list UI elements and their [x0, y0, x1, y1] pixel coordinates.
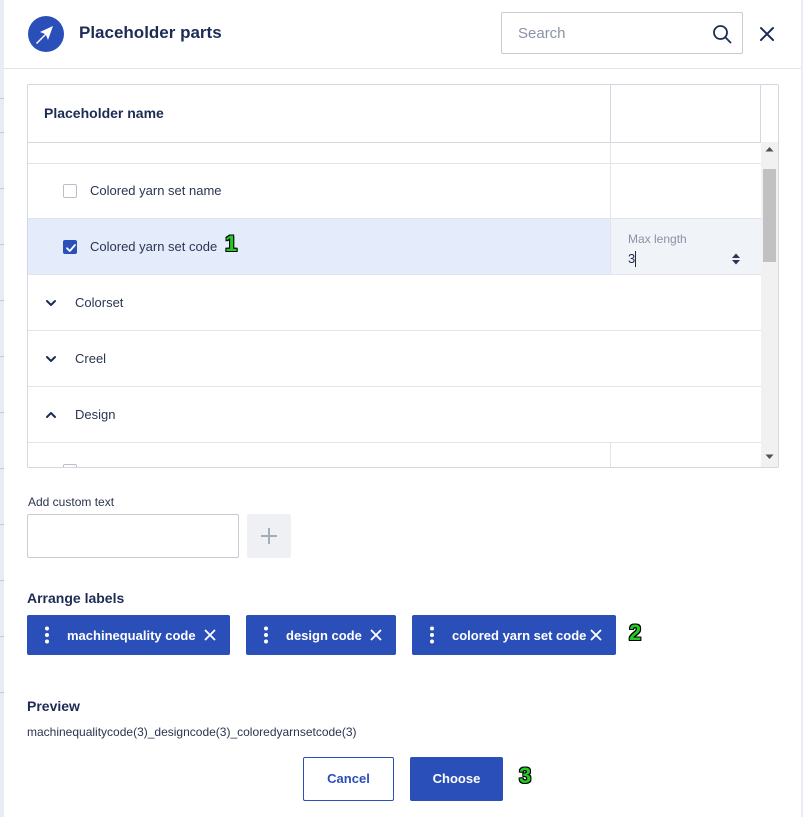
- drag-handle-icon[interactable]: [429, 626, 435, 644]
- table-row-selected[interactable]: Colored yarn set code 1 Max length 3: [28, 219, 761, 275]
- table-body[interactable]: Colored yarn set name Colored yarn set c…: [28, 142, 761, 467]
- row-checkbox-checked[interactable]: [63, 240, 77, 254]
- drag-handle-icon[interactable]: [263, 626, 269, 644]
- cancel-button[interactable]: Cancel: [303, 757, 394, 801]
- close-button[interactable]: [756, 23, 778, 45]
- text-caret: [635, 251, 636, 267]
- table-row[interactable]: Colored yarn set name: [28, 163, 761, 219]
- checkmark-icon: [66, 244, 76, 252]
- drag-handle-icon[interactable]: [44, 626, 50, 644]
- dialog-title: Placeholder parts: [79, 23, 222, 42]
- chevron-up-icon[interactable]: [45, 409, 57, 421]
- table-group-row[interactable]: Colorset: [28, 275, 761, 331]
- row-checkbox[interactable]: [63, 464, 77, 467]
- group-label: Colorset: [75, 295, 124, 310]
- table-row[interactable]: [28, 443, 761, 467]
- chevron-down-icon[interactable]: [45, 353, 57, 365]
- search-icon[interactable]: [712, 24, 732, 44]
- row-checkbox[interactable]: [63, 184, 77, 198]
- column-header-placeholder-name[interactable]: Placeholder name: [44, 105, 164, 121]
- choose-button[interactable]: Choose: [410, 757, 503, 801]
- table-group-row[interactable]: Design: [28, 387, 761, 443]
- chip-label: colored yarn set code: [452, 628, 587, 643]
- label-chip[interactable]: colored yarn set code: [412, 615, 616, 655]
- remove-chip-icon[interactable]: [369, 628, 383, 642]
- app-logo-icon: [28, 16, 64, 52]
- add-custom-text-button[interactable]: [247, 514, 291, 558]
- table-row[interactable]: [28, 142, 761, 164]
- max-length-label: Max length: [628, 232, 687, 246]
- row-label: Colored yarn set name: [90, 183, 222, 198]
- column-divider: [610, 85, 611, 142]
- plus-icon: [261, 528, 277, 544]
- group-label: Design: [75, 407, 116, 422]
- row-label: Colored yarn set code: [90, 239, 218, 254]
- search-box[interactable]: [501, 12, 743, 54]
- table-scrollbar[interactable]: [761, 142, 778, 467]
- scrollbar-thumb[interactable]: [763, 169, 776, 262]
- dialog-header: Placeholder parts: [4, 0, 801, 69]
- preview-text: machinequalitycode(3)_designcode(3)_colo…: [27, 725, 357, 739]
- custom-text-input[interactable]: [27, 514, 239, 558]
- scroll-down-arrow-icon[interactable]: [765, 454, 774, 460]
- table-group-row[interactable]: Creel: [28, 331, 761, 387]
- group-label: Creel: [75, 351, 107, 366]
- scroll-up-arrow-icon[interactable]: [765, 146, 774, 152]
- chevron-down-icon[interactable]: [45, 297, 57, 309]
- background-edge-left: [0, 0, 4, 817]
- placeholder-table: Placeholder name Colored yarn set name C…: [27, 84, 779, 468]
- annotation-marker-1: 1: [225, 231, 238, 256]
- chip-label: machinequality code: [67, 628, 196, 643]
- max-length-input[interactable]: 3: [628, 249, 746, 269]
- remove-chip-icon[interactable]: [203, 628, 217, 642]
- table-header: Placeholder name: [28, 85, 778, 143]
- column-divider: [760, 85, 761, 142]
- search-input[interactable]: [502, 13, 718, 53]
- remove-chip-icon[interactable]: [589, 628, 603, 642]
- annotation-marker-3: 3: [519, 763, 532, 788]
- chip-label: design code: [286, 628, 362, 643]
- custom-text-label: Add custom text: [28, 495, 115, 509]
- spinner-arrows-icon[interactable]: [731, 252, 741, 266]
- close-icon[interactable]: [756, 23, 778, 45]
- arrange-labels-title: Arrange labels: [27, 590, 125, 606]
- annotation-marker-2: 2: [629, 620, 642, 645]
- label-chip[interactable]: machinequality code: [27, 615, 230, 655]
- label-chip[interactable]: design code: [246, 615, 396, 655]
- preview-title: Preview: [27, 698, 80, 714]
